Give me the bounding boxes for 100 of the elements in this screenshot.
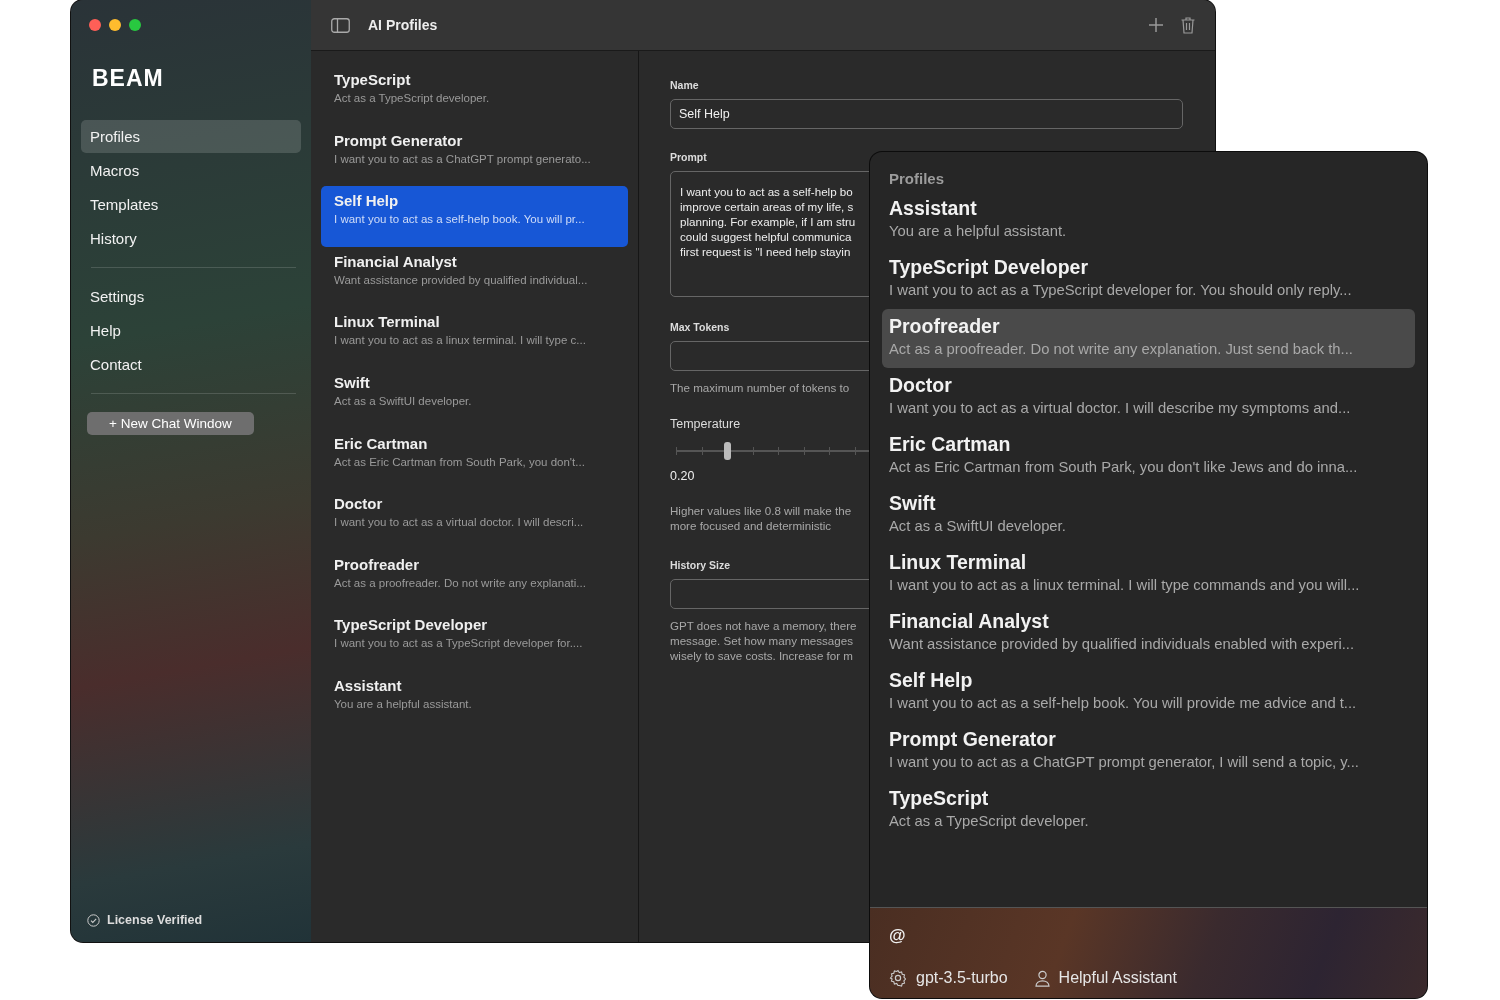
profile-description: You are a helpful assistant. [889, 223, 1068, 239]
profile-name: Self Help [334, 192, 400, 210]
profile-name: Swift [889, 492, 937, 515]
profile-description: I want you to act as a self-help book. You will provide me advice and t... [889, 695, 1358, 711]
profile-description: I want you to act as a TypeScript developer for. You should only reply... [889, 282, 1353, 298]
profile-description: I want you to act as a linux terminal. I will type commands and you will... [889, 577, 1361, 593]
field-label: History Size [670, 559, 731, 571]
profile-name: TypeScript [889, 787, 990, 810]
profile-name: Assistant [334, 676, 403, 694]
profile-description: Act as a TypeScript developer. [889, 813, 1090, 829]
profile-description: Act as a SwiftUI developer. [334, 394, 473, 407]
profile-name: Linux Terminal [334, 313, 441, 331]
sidebar-item[interactable]: Help [81, 314, 301, 347]
temperature-value: 0.20 [670, 469, 695, 483]
profile-name: Assistant [889, 197, 978, 220]
profile-name: Proofreader [334, 555, 421, 573]
close-button[interactable] [89, 19, 101, 31]
profile-option[interactable]: Prompt Generator I want you to act as a ChatGPT prompt generator, I will send a topic, y... [882, 722, 1415, 781]
window-title: AI Profiles [368, 17, 439, 33]
person-icon[interactable] [1034, 969, 1050, 987]
field-label: Name [670, 79, 699, 91]
sidebar-item[interactable]: Settings [81, 280, 301, 313]
profile-name: Prompt Generator [889, 728, 1057, 751]
profile-item[interactable]: Linux Terminal I want you to act as a linux terminal. I will type c... [321, 307, 628, 368]
sidebar-item[interactable]: Profiles [81, 120, 301, 153]
profile-name: TypeScript [334, 71, 412, 88]
profile-description: I want you to act as a ChatGPT prompt generator, I will send a topic, y... [889, 754, 1360, 770]
profile-description: I want you to act as a virtual doctor. I will describe my symptoms and... [889, 400, 1352, 416]
new-chat-window-button[interactable]: + New Chat Window [87, 412, 254, 435]
field-label: Max Tokens [670, 321, 730, 333]
profile-item[interactable]: Financial Analyst Want assistance provided by qualified individual... [321, 246, 628, 308]
profile-description: Act as Eric Cartman from South Park, you don't... [334, 455, 586, 468]
profile-option[interactable]: TypeScript Act as a TypeScript developer. [882, 781, 1415, 840]
add-icon[interactable] [1149, 18, 1163, 32]
profile-name: Financial Analyst [889, 610, 1050, 633]
profile-name: Financial Analyst [334, 252, 458, 270]
name-field[interactable]: Self Help [670, 99, 1183, 129]
field-hint: The maximum number of tokens to [670, 380, 850, 395]
profile-item[interactable]: TypeScript Developer I want you to act as a TypeScript developer for.... [321, 610, 628, 671]
profile-description: You are a helpful assistant. [334, 697, 473, 710]
profile-description: Act as a proofreader. Do not write any explanati... [334, 576, 587, 589]
profile-item[interactable]: TypeScript Act as a TypeScript developer. [321, 65, 628, 126]
profile-item[interactable]: Proofreader Act as a proofreader. Do not write any explanati... [321, 549, 628, 611]
profile-option[interactable]: Linux Terminal I want you to act as a linux terminal. I will type commands and you will... [882, 545, 1415, 604]
profile-name: Linux Terminal [889, 551, 1028, 574]
app-logo: BEAM [92, 65, 165, 92]
check-circle-icon [87, 913, 100, 927]
profile-name: Proofreader [889, 315, 1001, 338]
zoom-button[interactable] [129, 19, 141, 31]
profile-item[interactable]: Swift Act as a SwiftUI developer. [321, 367, 628, 429]
section-heading: Profiles [889, 170, 946, 187]
profile-description: Want assistance provided by qualified individuals enabled with experi... [889, 636, 1355, 652]
message-field[interactable]: @ [889, 926, 1289, 946]
profile-label[interactable]: Helpful Assistant [1058, 969, 1177, 987]
profile-description: Want assistance provided by qualified individual... [334, 273, 589, 286]
profile-description: Act as a TypeScript developer. [334, 92, 491, 104]
settings-icon[interactable] [889, 969, 907, 987]
field-label: Prompt [670, 151, 707, 163]
profile-item[interactable]: Prompt Generator I want you to act as a ChatGPT prompt generato... [321, 125, 628, 187]
profile-item[interactable]: Self Help I want you to act as a self-help book. You will pr... [321, 186, 628, 247]
minimize-button[interactable] [109, 19, 121, 31]
profile-name: Prompt Generator [334, 131, 464, 149]
sidebar-item[interactable]: History [81, 222, 301, 255]
profile-description: I want you to act as a self-help book. You will pr... [334, 213, 586, 226]
field-label: Temperature [670, 417, 741, 431]
sidebar-item[interactable]: Contact [81, 348, 301, 381]
field-hint: Higher values like 0.8 will make the more focused and deterministic [670, 503, 852, 533]
profile-option[interactable]: Eric Cartman Act as Eric Cartman from South Park, you don't like Jews and do inna... [882, 427, 1415, 486]
trash-icon[interactable] [1181, 16, 1195, 34]
profile-option[interactable]: Doctor I want you to act as a virtual doctor. I will describe my symptoms and... [882, 368, 1415, 427]
profile-description: I want you to act as a TypeScript developer for.... [334, 637, 584, 650]
license-status: License Verified [107, 913, 203, 927]
profile-name: Doctor [889, 374, 953, 397]
profile-option[interactable]: Swift Act as a SwiftUI developer. [882, 486, 1415, 545]
sidebar-item[interactable]: Templates [81, 188, 301, 221]
profile-description: Act as a SwiftUI developer. [889, 518, 1067, 534]
profile-item[interactable]: Doctor I want you to act as a virtual doctor. I will descri... [321, 489, 628, 550]
sidebar-item[interactable]: Macros [81, 154, 301, 187]
profile-name: Swift [334, 373, 371, 391]
model-name[interactable]: gpt-3.5-turbo [916, 969, 1008, 987]
profile-description: Act as a proofreader. Do not write any explanation. Just send back th... [889, 341, 1354, 357]
field-hint: GPT does not have a memory, there message. Set how many messages wisely to save costs. Increase for m [670, 618, 857, 663]
profile-description: Act as Eric Cartman from South Park, you don't like Jews and do inna... [889, 459, 1359, 475]
profile-name: Eric Cartman [334, 434, 429, 452]
profile-option[interactable]: Proofreader Act as a proofreader. Do not write any explanation. Just send back th... [882, 309, 1415, 368]
sidebar-toggle-icon[interactable] [331, 17, 350, 33]
profile-option[interactable]: Self Help I want you to act as a self-help book. You will provide me advice and t... [882, 663, 1415, 722]
profile-name: TypeScript Developer [889, 256, 1090, 279]
profile-description: I want you to act as a virtual doctor. I will descri... [334, 516, 585, 529]
profile-item[interactable]: Assistant You are a helpful assistant. [321, 670, 628, 732]
profile-option[interactable]: TypeScript Developer I want you to act as a TypeScript developer for. You should only reply... [882, 250, 1415, 309]
profile-description: I want you to act as a ChatGPT prompt generato... [334, 152, 592, 165]
profile-item[interactable]: Eric Cartman Act as Eric Cartman from South Park, you don't... [321, 428, 628, 490]
profile-option[interactable]: Assistant You are a helpful assistant. [882, 191, 1415, 250]
profile-description: I want you to act as a linux terminal. I will type c... [334, 334, 587, 347]
profile-name: Doctor [334, 495, 384, 513]
profile-name: Self Help [889, 669, 974, 692]
profile-option[interactable]: Financial Analyst Want assistance provided by qualified individuals enabled with experi... [882, 604, 1415, 663]
profile-name: Eric Cartman [889, 433, 1012, 456]
profile-name: TypeScript Developer [334, 616, 489, 634]
